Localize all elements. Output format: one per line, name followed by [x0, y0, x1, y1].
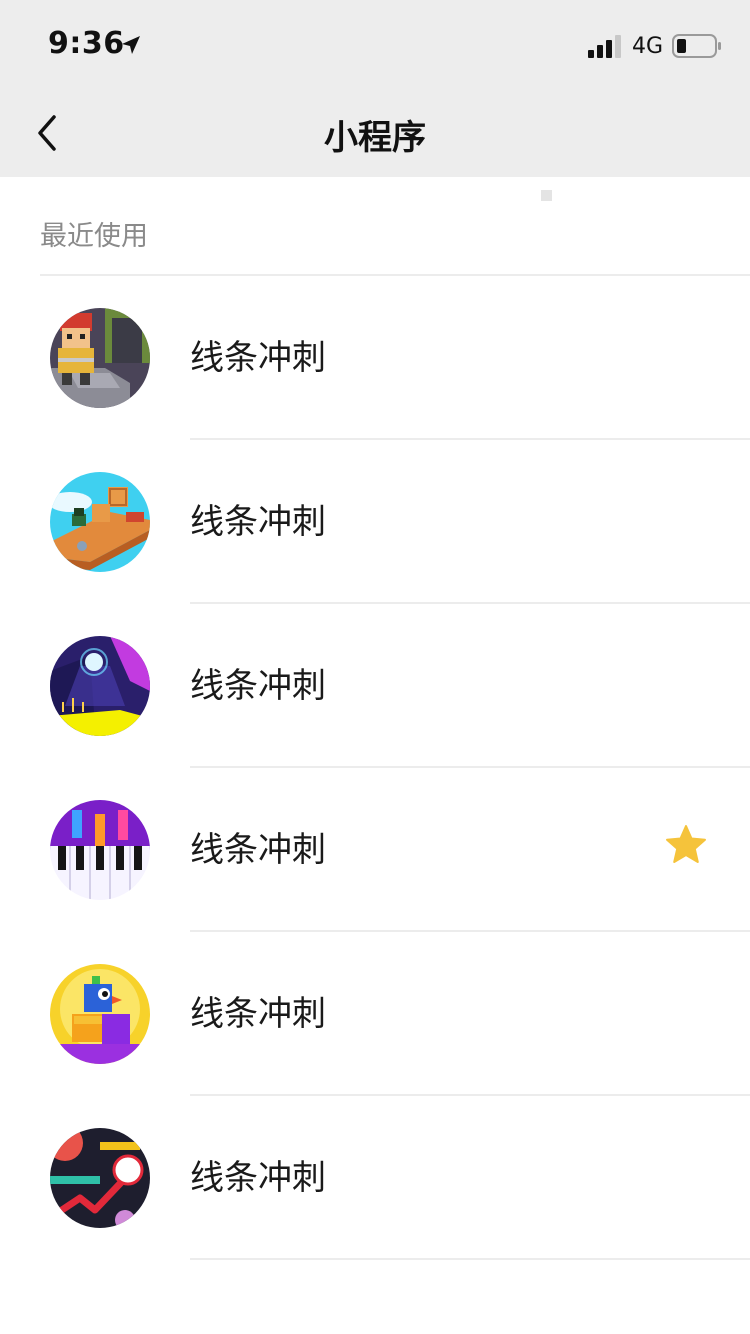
item-label: 线条冲刺 — [190, 994, 326, 1034]
nav-bar: 小程序 — [0, 88, 750, 177]
blue-bird-game-icon — [50, 964, 150, 1064]
status-time: 9:36 — [48, 26, 125, 61]
item-label: 线条冲刺 — [190, 502, 326, 542]
mini-programs-screen: 9:36 4G 小程序 最近使用 线条冲刺 线条冲刺 线条冲刺 线条冲刺 线条冲… — [0, 0, 750, 1334]
item-label: 线条冲刺 — [190, 830, 326, 870]
fireman-voxel-game-icon — [50, 308, 150, 408]
divider — [190, 1258, 750, 1260]
bouncing-ball-game-icon — [50, 636, 150, 736]
section-title: 最近使用 — [40, 221, 148, 252]
status-bar: 9:36 4G — [0, 0, 750, 88]
page-title: 小程序 — [324, 118, 426, 158]
location-arrow-icon — [122, 36, 140, 54]
top-header: 9:36 4G 小程序 — [0, 0, 750, 177]
list-item[interactable]: 线条冲刺 — [0, 768, 750, 932]
list-item[interactable]: 线条冲刺 — [0, 440, 750, 604]
list-item[interactable]: 线条冲刺 — [0, 276, 750, 440]
star-icon[interactable] — [664, 823, 708, 867]
line-dash-game-icon — [50, 1128, 150, 1228]
list-item[interactable]: 线条冲刺 — [0, 932, 750, 1096]
item-label: 线条冲刺 — [190, 666, 326, 706]
item-label: 线条冲刺 — [190, 1158, 326, 1198]
battery-icon — [672, 34, 721, 58]
list-item[interactable]: 线条冲刺 — [0, 604, 750, 768]
decorative-dot — [541, 190, 552, 201]
signal-icon — [588, 35, 621, 58]
network-type: 4G — [632, 34, 664, 59]
recent-list: 线条冲刺 线条冲刺 线条冲刺 线条冲刺 线条冲刺 线条冲刺 — [0, 276, 750, 1260]
piano-tiles-game-icon — [50, 800, 150, 900]
item-label: 线条冲刺 — [190, 338, 326, 378]
crate-bridge-game-icon — [50, 472, 150, 572]
list-item[interactable]: 线条冲刺 — [0, 1096, 750, 1260]
